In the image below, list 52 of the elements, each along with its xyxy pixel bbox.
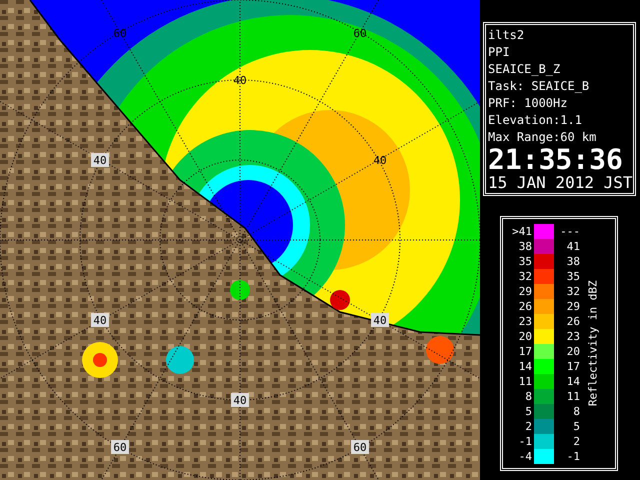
legend-low-label: 14 <box>518 358 532 374</box>
time-text: 21:35:36 <box>488 146 624 174</box>
legend-high-label: 20 <box>566 344 581 358</box>
range-label: 40 <box>373 154 387 167</box>
legend-high-label: 38 <box>566 254 581 268</box>
legend-low-label: 32 <box>518 268 532 284</box>
range-label: 60 <box>111 440 129 454</box>
legend-high-label: 2 <box>572 434 581 448</box>
legend-low-label: -1 <box>518 434 532 448</box>
info-line: SEAICE_B_Z <box>488 61 562 78</box>
legend-low-label: 38 <box>518 238 532 254</box>
legend-low-label: 17 <box>518 344 532 358</box>
legend-low-label: 20 <box>518 328 532 344</box>
date-text: 15 JAN 2012 JST <box>488 174 631 192</box>
info-line: Max Range:60 km <box>488 129 598 146</box>
legend-high-label: 35 <box>566 268 581 284</box>
range-label: 60 <box>351 440 369 454</box>
legend-high-label: 26 <box>566 314 581 328</box>
legend-low-label: 35 <box>518 254 532 268</box>
legend-high-label: 41 <box>566 238 581 254</box>
range-label: 40 <box>233 74 247 87</box>
info-line: Task: SEAICE_B <box>488 78 590 95</box>
info-line: ilts2 <box>488 27 526 44</box>
legend-high-label: 14 <box>566 374 581 388</box>
legend-low-label: 2 <box>524 418 532 434</box>
range-label: 40 <box>231 393 249 407</box>
legend-high-label: -1 <box>566 448 581 464</box>
range-label: 60 <box>353 27 367 40</box>
info-line: PPI <box>488 44 511 61</box>
legend-high-label: --- <box>559 224 581 238</box>
legend-low-label: 26 <box>518 298 532 314</box>
legend-low-label: 8 <box>524 388 532 404</box>
range-label: 40 <box>91 313 109 327</box>
legend-high-label: 5 <box>572 418 581 434</box>
info-line: PRF: 1000Hz <box>488 95 568 112</box>
info-line: Elevation:1.1 <box>488 112 583 129</box>
legend-high-label: 23 <box>566 328 581 344</box>
range-label: 40 <box>371 313 389 327</box>
legend-low-label: 29 <box>518 284 532 298</box>
legend-high-label: 11 <box>566 388 581 404</box>
legend-high-label: 29 <box>566 298 581 314</box>
legend-low-label: 11 <box>518 374 532 388</box>
legend-high-label: 32 <box>566 284 581 298</box>
range-label: 60 <box>113 27 127 40</box>
legend-title: Reflectivity in dBZ <box>586 280 601 406</box>
legend-high-label: 17 <box>566 358 581 374</box>
legend-high-label: 8 <box>572 404 581 418</box>
legend-low-label: 5 <box>524 404 532 418</box>
legend-low-label: >41 <box>511 224 532 238</box>
legend-low-label: 23 <box>518 314 532 328</box>
range-label: 40 <box>91 153 109 167</box>
legend-low-label: -4 <box>518 448 532 464</box>
